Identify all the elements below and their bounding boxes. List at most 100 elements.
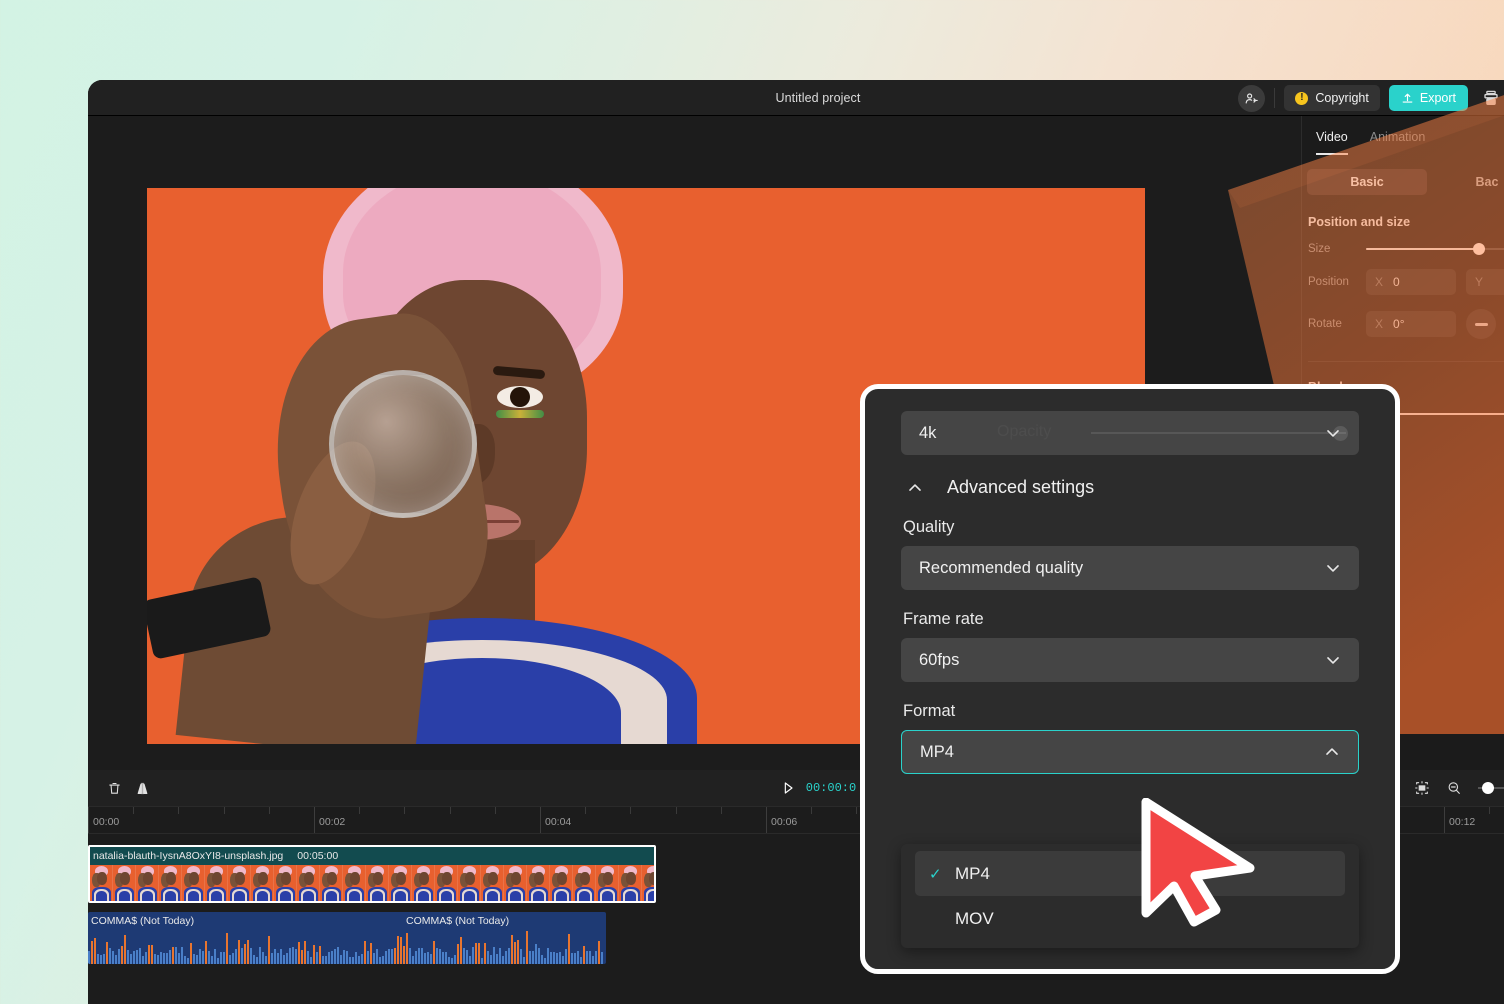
quality-select[interactable]: Recommended quality (901, 546, 1359, 590)
waveform-bar (409, 948, 411, 964)
video-clip[interactable]: natalia-blauth-IysnA8OxYI8-unsplash.jpg … (88, 845, 656, 903)
print-icon[interactable] (1477, 84, 1504, 112)
waveform-bar (106, 942, 108, 964)
format-dropdown-menu: ✓ MP4 MOV (901, 844, 1359, 948)
size-slider-knob[interactable] (1472, 243, 1485, 255)
position-x-field[interactable]: X 0 (1366, 269, 1456, 295)
timeline-zoom-knob[interactable] (1482, 782, 1494, 794)
timeline-zoom-slider[interactable] (1478, 782, 1504, 794)
waveform-bar (160, 951, 162, 964)
waveform-bar (265, 955, 267, 964)
waveform-bar (433, 940, 435, 964)
ruler-minor-tick (268, 807, 270, 814)
filmstrip-thumbnail (619, 865, 642, 901)
chevron-down-icon (1323, 650, 1343, 670)
title-bar: Untitled project ! Copyright Export (88, 80, 1504, 116)
waveform-bar (190, 942, 192, 964)
filmstrip-thumbnail (159, 865, 182, 901)
filmstrip-thumbnail (205, 865, 228, 901)
waveform-bar (211, 955, 213, 964)
waveform-bar (466, 949, 468, 964)
format-option-mp4[interactable]: ✓ MP4 (915, 851, 1345, 896)
ghost-opacity-track (1091, 432, 1346, 434)
segment-basic[interactable]: Basic (1307, 169, 1427, 195)
format-option-mov[interactable]: MOV (915, 896, 1345, 941)
waveform-bar (319, 946, 321, 964)
filmstrip-thumbnail (136, 865, 159, 901)
waveform-bar (598, 940, 600, 964)
waveform-bar (331, 950, 333, 964)
waveform-bar (418, 947, 420, 964)
waveform-bar (292, 947, 294, 964)
waveform-bar (574, 952, 576, 964)
waveform-bar (463, 947, 465, 964)
waveform-bar (340, 955, 342, 964)
fit-screen-icon[interactable] (1414, 780, 1430, 796)
ruler-label: 00:02 (319, 816, 346, 828)
filmstrip-thumbnail (90, 865, 113, 901)
waveform-bar (322, 956, 324, 964)
waveform-bar (544, 957, 546, 964)
waveform-bar (223, 951, 225, 964)
copyright-button[interactable]: ! Copyright (1284, 85, 1380, 111)
audio-clip-label-left: COMMA$ (Not Today) (91, 915, 195, 927)
waveform-bar (475, 943, 477, 964)
waveform-bar (388, 948, 390, 964)
waveform-bar (220, 952, 222, 964)
tab-video[interactable]: Video (1316, 130, 1348, 155)
ruler-label: 00:06 (771, 816, 798, 828)
waveform-bar (448, 956, 450, 964)
waveform-bar (442, 952, 444, 964)
waveform-bar (496, 953, 498, 964)
format-select[interactable]: MP4 (901, 730, 1359, 774)
advanced-settings-toggle[interactable]: Advanced settings (905, 477, 1359, 498)
waveform-bar (253, 955, 255, 964)
waveform-bar (415, 951, 417, 964)
waveform-bar (193, 953, 195, 964)
waveform-bar (538, 947, 540, 964)
waveform-bar (214, 949, 216, 964)
frame-rate-select[interactable]: 60fps (901, 638, 1359, 682)
resolution-value: 4k (919, 423, 937, 442)
tab-animation[interactable]: Animation (1370, 130, 1426, 155)
waveform-bar (325, 956, 327, 964)
waveform-bar (343, 950, 345, 964)
rotate-x-value: 0° (1393, 317, 1405, 331)
ruler-minor-tick (178, 807, 180, 814)
waveform-bar (439, 948, 441, 964)
rotate-reset-button[interactable] (1466, 309, 1496, 339)
waveform-bar (175, 947, 177, 964)
waveform-bar (337, 947, 339, 964)
position-size-title: Position and size (1308, 215, 1411, 229)
waveform-bar (547, 948, 549, 964)
chevron-up-icon (1322, 742, 1342, 762)
waveform-bar (262, 951, 264, 964)
waveform-bar (286, 952, 288, 964)
rotate-x-field[interactable]: X 0° (1366, 311, 1456, 337)
waveform-bar (487, 951, 489, 964)
size-slider[interactable] (1366, 243, 1504, 255)
ruler-minor-tick (404, 807, 406, 814)
ruler-minor-tick (630, 807, 632, 814)
play-icon[interactable] (780, 780, 796, 796)
panel-divider (1308, 361, 1504, 362)
waveform-bar (373, 952, 375, 964)
audio-clip[interactable]: COMMA$ (Not Today) COMMA$ (Not Today) (88, 912, 606, 964)
playhead-timecode: 00:00:0 (805, 781, 857, 795)
filmstrip-thumbnail (251, 865, 274, 901)
panel-tabs: Video Animation (1302, 116, 1504, 155)
position-y-field[interactable]: Y (1466, 269, 1504, 295)
filmstrip-thumbnail (320, 865, 343, 901)
copyright-label: Copyright (1315, 91, 1369, 105)
share-person-icon[interactable] (1238, 84, 1266, 112)
zoom-out-icon[interactable] (1446, 780, 1462, 796)
segment-background[interactable]: Bac (1427, 169, 1504, 195)
waveform-bar (199, 948, 201, 964)
resolution-select[interactable]: Opacity 100% 4k (901, 411, 1359, 455)
waveform-bar (424, 953, 426, 964)
waveform-bar (334, 948, 336, 964)
export-button[interactable]: Export (1388, 85, 1468, 111)
video-clip-duration: 00:05:00 (297, 850, 339, 862)
timeline-zoom-controls (1414, 780, 1504, 796)
waveform-bar (358, 956, 360, 964)
